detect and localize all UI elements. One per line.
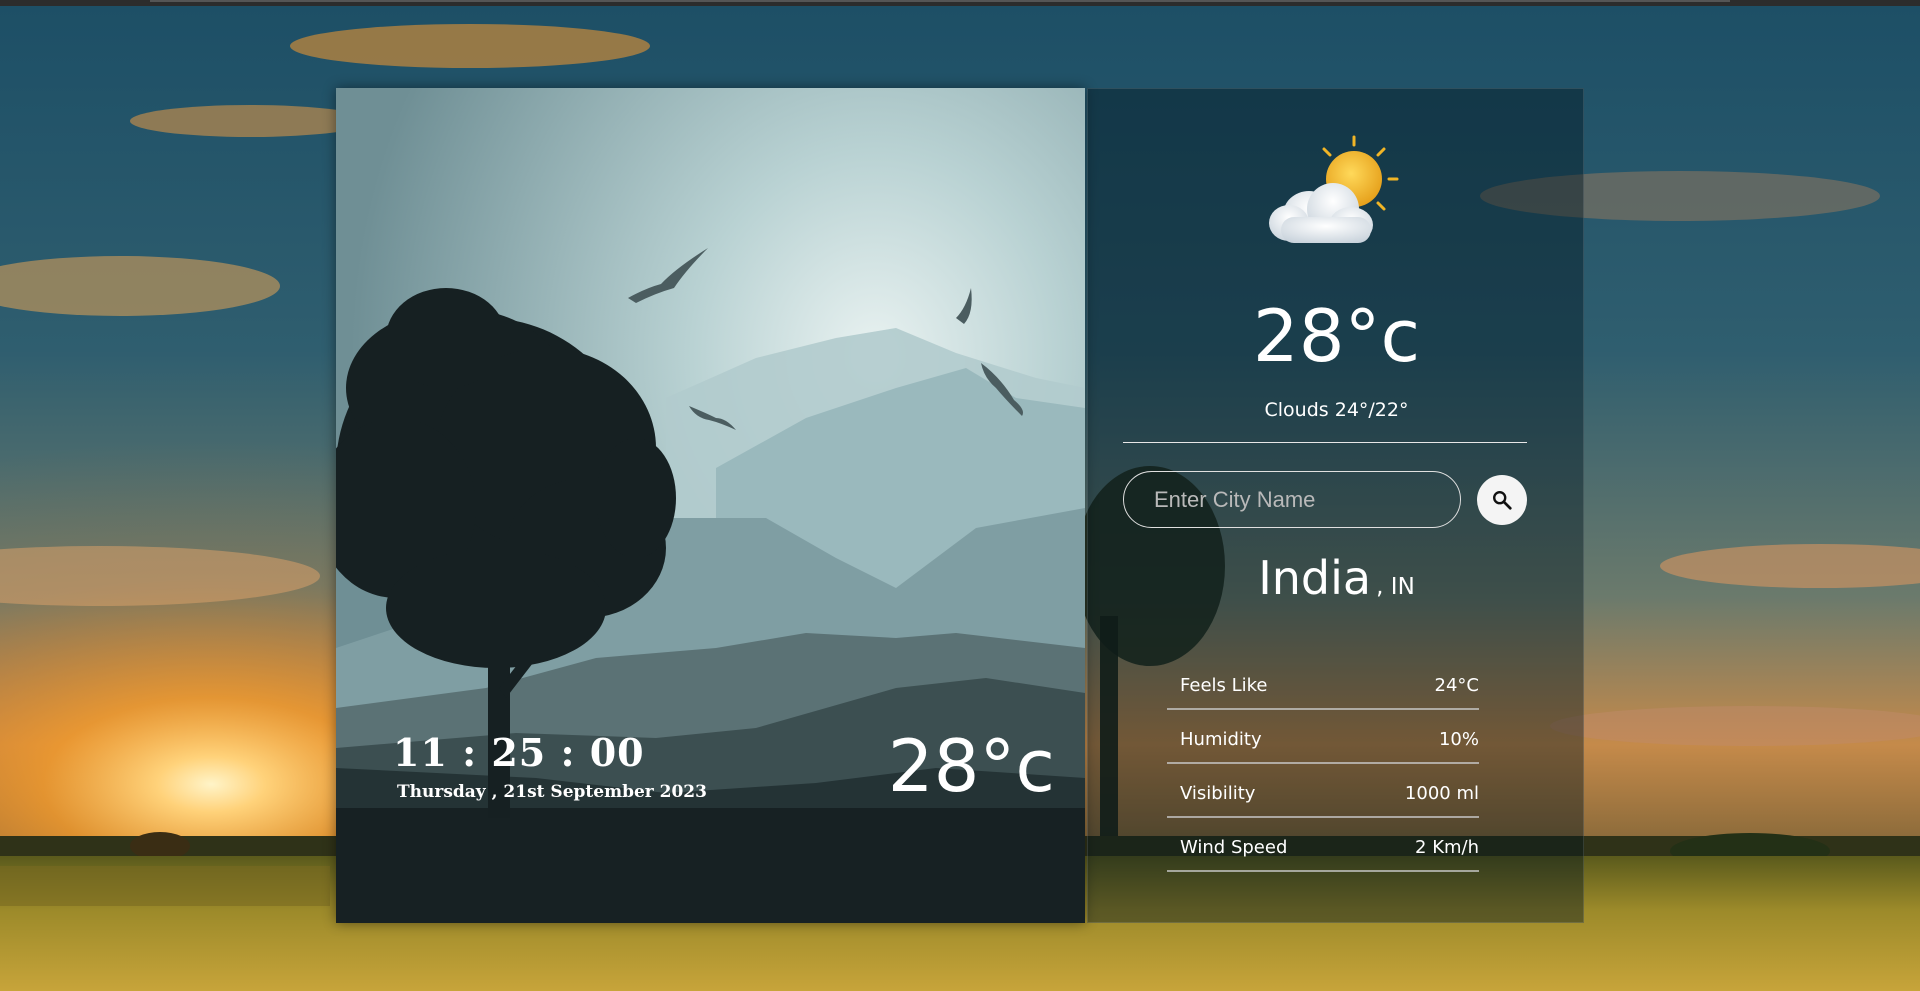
detail-row-visibility: Visibility 1000 ml — [1167, 764, 1479, 818]
weather-condition: Clouds 24°/22° — [1264, 399, 1409, 421]
detail-row-feels-like: Feels Like 24°C — [1167, 656, 1479, 710]
detail-value: 24°C — [1434, 675, 1479, 696]
detail-value: 1000 ml — [1404, 783, 1479, 804]
detail-row-humidity: Humidity 10% — [1167, 710, 1479, 764]
clock-time: 11 : 25 : 00 — [393, 730, 645, 775]
country-code: , IN — [1376, 574, 1415, 600]
partly-cloudy-icon — [1269, 135, 1399, 243]
detail-value: 10% — [1438, 729, 1479, 750]
current-date: Thursday , 21st September 2023 — [397, 782, 707, 802]
time-card: 11 : 25 : 00 Thursday , 21st September 2… — [336, 88, 1085, 923]
search-button[interactable] — [1477, 475, 1527, 525]
detail-label: Wind Speed — [1180, 837, 1288, 858]
detail-row-wind-speed: Wind Speed 2 Km/h — [1167, 818, 1479, 872]
location: India , IN — [1088, 551, 1585, 605]
detail-label: Feels Like — [1180, 675, 1268, 696]
weather-panel: 28°c Clouds 24°/22° India , IN Feels Lik… — [1087, 88, 1584, 923]
city-name: India — [1258, 551, 1372, 605]
detail-value: 2 Km/h — [1415, 837, 1479, 858]
left-temperature: 28°c — [887, 724, 1055, 808]
divider — [1123, 442, 1527, 443]
detail-label: Humidity — [1180, 729, 1262, 750]
weather-details: Feels Like 24°C Humidity 10% Visibility … — [1167, 656, 1479, 872]
detail-label: Visibility — [1180, 783, 1256, 804]
current-temperature: 28°c — [1252, 294, 1421, 378]
search-icon — [1493, 491, 1512, 510]
city-search-input[interactable] — [1123, 471, 1461, 528]
